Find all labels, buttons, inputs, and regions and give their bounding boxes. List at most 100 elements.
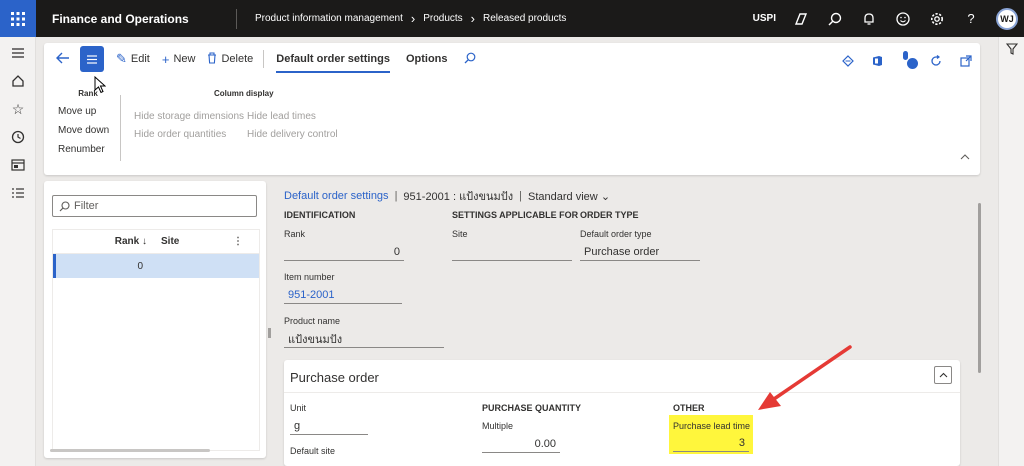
chevron-right-icon: › [410,11,416,26]
multiple-field[interactable]: 0.00 [482,435,560,453]
renumber-button[interactable]: Renumber [58,144,122,155]
item-number-link[interactable]: 951-2001 [284,286,402,304]
arrow-left-icon [56,52,69,63]
office-icon[interactable] [872,55,883,70]
rank-group-title: Rank [78,89,98,98]
workspace-icon[interactable] [0,151,36,179]
chevron-right-icon: › [470,11,476,26]
mouse-cursor-icon [94,75,107,97]
caption-link-default-order-settings[interactable]: Default order settings [284,190,389,202]
grid-header: Rank ↓ Site ⋮ [53,230,259,254]
cell-rank: 0 [137,260,143,272]
caption-item: 951-2001 : แป้งขนมปัง [403,191,514,203]
product-name-field[interactable]: แป้งขนมปัง [284,330,444,348]
waffle-icon [11,11,25,26]
vertical-scrollbar[interactable] [978,203,981,373]
back-button[interactable] [50,51,76,68]
app-launcher-button[interactable] [0,0,36,37]
left-navigation: ☆ [0,37,36,466]
view-selector[interactable]: Standard view ⌄ [528,190,610,203]
breadcrumb-item[interactable]: Released products [483,13,566,24]
tab-options[interactable]: Options [398,43,456,75]
new-button-label: New [173,53,196,65]
filter-field[interactable] [52,195,257,217]
breadcrumb-item[interactable]: Product information management [255,13,403,24]
attachment-count-badge: 0 [907,57,918,71]
company-picker[interactable]: USPI [753,13,776,24]
pencil-icon: ✎ [116,51,127,66]
unit-field[interactable]: g [290,417,368,435]
smiley-icon[interactable] [894,10,912,28]
gear-icon[interactable] [928,10,946,28]
purchase-lead-time-field[interactable]: 3 [673,435,749,452]
attachment-icon[interactable]: 0 [901,49,918,75]
breadcrumb-item[interactable]: Products [423,13,462,24]
view-selector-label: Standard view [528,190,598,203]
horizontal-scrollbar[interactable] [50,449,210,452]
copilot-icon[interactable] [792,10,810,28]
product-name-label: Product name [284,316,341,326]
default-order-type-label: Default order type [580,229,652,239]
unit-label: Unit [290,403,307,413]
hide-order-quantities-button[interactable]: Hide order quantities [134,129,226,140]
site-field[interactable] [452,243,572,261]
toolbar-divider [263,50,265,68]
action-pane: ✎ Edit + New Delete Default order settin… [44,43,980,175]
chevron-down-icon: ⌄ [600,190,611,203]
star-icon[interactable]: ☆ [0,95,36,123]
rank-site-grid: Rank ↓ Site ⋮ 0 [52,229,260,451]
list-view-button[interactable] [80,46,104,72]
avatar[interactable]: WJ [996,7,1018,30]
pane-splitter-handle[interactable] [268,328,271,338]
refresh-icon[interactable] [930,54,942,70]
edit-button[interactable]: ✎ Edit [110,47,156,71]
move-up-button[interactable]: Move up [58,106,122,117]
purchase-lead-time-label: Purchase lead time [673,421,751,431]
rank-label: Rank [284,229,306,239]
breadcrumb: Product information management › Product… [237,11,566,26]
column-header-rank[interactable]: Rank ↓ [53,236,153,247]
edit-button-label: Edit [130,53,150,65]
topbar-actions: USPI ? WJ [753,0,1018,37]
column-header-site[interactable]: Site [153,236,233,247]
app-title[interactable]: Finance and Operations [36,12,236,26]
list-icon[interactable] [0,179,36,207]
table-row[interactable]: 0 [53,254,259,278]
default-order-type-select[interactable]: Purchase order [580,243,700,261]
move-down-button[interactable]: Move down [58,125,122,136]
home-icon[interactable] [0,67,36,95]
new-button[interactable]: + New [156,47,202,71]
collapse-fasttab-button[interactable] [934,366,952,384]
more-vertical-icon[interactable]: ⋮ [233,236,243,247]
hide-delivery-control-button[interactable]: Hide delivery control [247,129,338,140]
purchase-order-fasttab: Purchase order Unit g Default site PURCH… [284,360,960,466]
caption-separator: | [519,190,523,202]
search-icon[interactable] [456,52,476,67]
hamburger-icon[interactable] [0,39,36,67]
help-icon[interactable]: ? [962,10,980,28]
top-bar: Finance and Operations Product informati… [0,0,1024,37]
rank-field[interactable]: 0 [284,243,404,261]
purchase-order-title[interactable]: Purchase order [290,370,379,385]
clock-icon[interactable] [0,123,36,151]
section-order-type: ORDER TYPE [580,210,639,220]
hide-storage-dimensions-button[interactable]: Hide storage dimensions [134,111,244,122]
diamond-icon[interactable] [842,54,854,70]
multiple-label: Multiple [482,421,514,431]
action-pane-right-icons: 0 [842,49,972,75]
delete-button[interactable]: Delete [201,47,259,71]
menu-lines-icon [87,54,97,64]
open-in-new-window-icon[interactable] [960,54,972,70]
hide-lead-times-button[interactable]: Hide lead times [247,111,316,122]
tab-default-order-settings[interactable]: Default order settings [268,43,398,75]
ribbon: Rank Move up Move down Renumber Column d… [44,87,980,167]
column-display-group-title: Column display [214,89,274,98]
bell-icon[interactable] [860,10,878,28]
search-icon [59,200,70,211]
filter-input[interactable] [74,200,244,212]
chevron-up-icon[interactable] [960,152,970,163]
trash-icon [207,51,217,67]
search-icon[interactable] [826,10,844,28]
chevron-up-icon [939,372,947,378]
filter-pane-toggle[interactable] [998,37,1024,466]
